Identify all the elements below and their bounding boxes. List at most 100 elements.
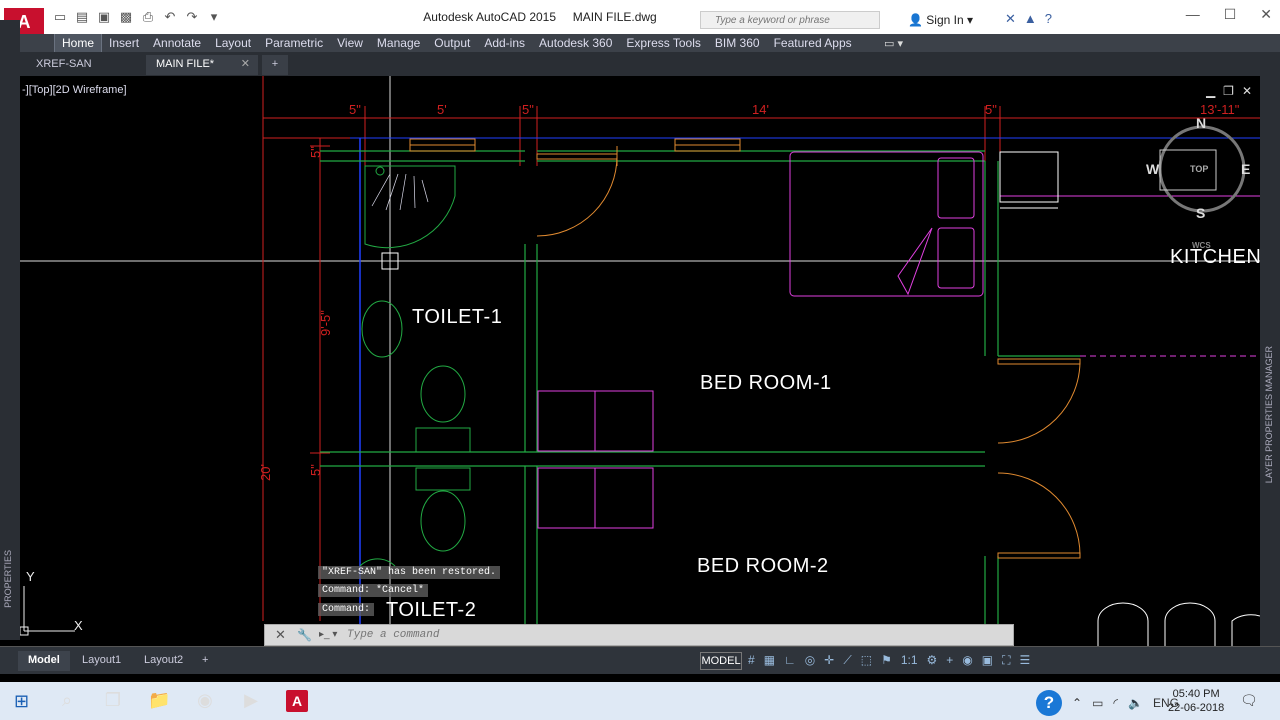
close-icon[interactable]: ✕	[1260, 6, 1272, 23]
help-icon[interactable]: ?	[1045, 11, 1052, 27]
window-controls: — ☐ ✕	[1186, 6, 1272, 23]
add-layout-button[interactable]: +	[196, 651, 214, 671]
left-palette-rail: PROPERTIES	[0, 20, 20, 640]
file-tab-xref-san[interactable]: XREF-SAN	[26, 55, 146, 75]
layout-tab-model[interactable]: Model	[18, 651, 70, 671]
exchange-apps-icon[interactable]: ✕	[1005, 11, 1016, 27]
task-view-icon[interactable]: ❐	[102, 690, 124, 712]
windows-start-icon[interactable]: ⊞	[14, 691, 29, 712]
tab-insert[interactable]: Insert	[102, 34, 146, 52]
volume-icon[interactable]: 🔈	[1128, 696, 1143, 710]
isolate-icon[interactable]: ▣	[982, 653, 993, 668]
windows-taskbar: ⊞ ⌕ ❐ 📁 ◉ ▶ A ? ⌃ ▭ ◜ 🔈 ENG 05:40 PM 22-…	[0, 682, 1280, 720]
tab-parametric[interactable]: Parametric	[258, 34, 330, 52]
new-file-tab-button[interactable]: +	[262, 55, 288, 75]
compass-n: N	[1196, 115, 1206, 131]
search-input[interactable]	[701, 12, 879, 29]
ucs-icon	[20, 586, 75, 636]
autocad-taskbar-icon[interactable]: A	[286, 690, 308, 712]
clean-screen-icon[interactable]: ⛶	[1002, 653, 1010, 668]
tab-add-ins[interactable]: Add-ins	[477, 34, 532, 52]
annotation-icon[interactable]: ⚑	[881, 653, 892, 668]
hardware-accel-icon[interactable]: ◉	[962, 653, 972, 668]
command-prompt-icon[interactable]: ▸_ ▾	[319, 629, 337, 640]
help-icon[interactable]: ?	[1036, 690, 1062, 716]
close-icon[interactable]: ✕	[275, 627, 286, 643]
search-icon[interactable]: ⌕	[56, 690, 78, 712]
right-palette-rail: LAYER PROPERTIES MANAGER	[1260, 76, 1280, 646]
dim-text: 5"	[985, 102, 997, 117]
command-line: ✕ 🔧 ▸_ ▾	[264, 624, 1014, 646]
grid-icon[interactable]: #	[748, 653, 755, 668]
maximize-icon[interactable]: ☐	[1224, 6, 1237, 23]
room-label-bed-room-1: BED ROOM-1	[700, 372, 832, 394]
snap-icon[interactable]: ▦	[764, 653, 775, 668]
layout-tab-layout2[interactable]: Layout2	[134, 651, 193, 671]
polar-icon[interactable]: ◎	[805, 653, 815, 668]
dim-text: 5"	[308, 146, 323, 158]
ucs-y: Y	[26, 569, 35, 584]
close-tab-icon[interactable]: ✕	[241, 55, 250, 73]
title-bar: A ▭ ▤ ▣ ▩ ⎙ ↶ ↷ ▾ Autodesk AutoCAD 2015 …	[0, 0, 1280, 36]
command-history-line: Command: *Cancel*	[318, 584, 429, 597]
tab-bim-360[interactable]: BIM 360	[708, 34, 767, 52]
chevron-down-icon: ▾	[967, 13, 974, 27]
tab-autodesk-360[interactable]: Autodesk 360	[532, 34, 619, 52]
file-tab-main-file[interactable]: MAIN FILE* ✕	[146, 55, 258, 75]
command-input[interactable]	[347, 627, 987, 643]
plus-icon[interactable]: +	[946, 653, 953, 668]
scale-label[interactable]: 1:1	[901, 653, 918, 668]
tab-output[interactable]: Output	[427, 34, 477, 52]
tab-annotate[interactable]: Annotate	[146, 34, 208, 52]
ortho-icon[interactable]: ∟	[784, 653, 796, 668]
compass-w: W	[1146, 161, 1160, 177]
a360-icon[interactable]: ▲	[1024, 11, 1037, 27]
model-space-button[interactable]: MODEL	[700, 652, 742, 670]
dimension-text: 5" 5' 5" 14' 5" 13'-11" 5" 9'-5" 5" 20'	[258, 102, 1240, 481]
ribbon-minimize-icon[interactable]: ▭ ▾	[884, 37, 903, 50]
tab-express-tools[interactable]: Express Tools	[619, 34, 707, 52]
lineweight-icon[interactable]: ⟋	[843, 653, 851, 668]
room-label-toilet-2: TOILET-2	[386, 599, 477, 621]
wifi-icon[interactable]: ◜	[1113, 696, 1118, 710]
file-explorer-icon[interactable]: 📁	[148, 690, 170, 712]
osnap-icon[interactable]: ✛	[824, 653, 834, 668]
tab-layout[interactable]: Layout	[208, 34, 258, 52]
gear-icon[interactable]: ⚙	[927, 653, 938, 668]
viewcube-top: TOP	[1190, 164, 1208, 174]
tab-manage[interactable]: Manage	[370, 34, 427, 52]
kitchen-appliance	[999, 151, 1059, 209]
sign-in-button[interactable]: 👤 Sign In ▾	[908, 13, 973, 27]
tab-home[interactable]: Home	[54, 34, 103, 52]
notifications-icon[interactable]: 🗨	[1240, 692, 1258, 709]
floor-plan-drawing: 5" 5' 5" 14' 5" 13'-11" 5" 9'-5" 5" 20'	[20, 76, 1260, 646]
customize-icon[interactable]: ☰	[1020, 653, 1031, 668]
layer-manager-label[interactable]: LAYER PROPERTIES MANAGER	[1264, 346, 1274, 483]
viewcube: N S E W TOP WCS	[1146, 115, 1250, 250]
chrome-icon[interactable]: ◉	[194, 690, 216, 712]
dim-text: 5"	[349, 102, 361, 117]
chevron-up-icon[interactable]: ⌃	[1072, 696, 1082, 710]
battery-icon[interactable]: ▭	[1092, 696, 1103, 710]
fixtures	[359, 165, 471, 567]
minimize-icon[interactable]: —	[1186, 6, 1200, 23]
ribbon: Home Insert Annotate Layout Parametric V…	[0, 34, 1280, 52]
app-icon[interactable]: ▶	[240, 690, 262, 712]
selection-cycling-icon[interactable]: ⬚	[861, 653, 872, 668]
title-toolbar-icons: ✕ ▲ ?	[1005, 11, 1052, 27]
properties-palette-label[interactable]: PROPERTIES	[3, 550, 13, 608]
dim-text: 9'-5"	[318, 310, 333, 336]
dim-text: 5'	[437, 102, 447, 117]
shower-hatch	[371, 173, 429, 211]
drawing-canvas[interactable]: -][Top][2D Wireframe] ▁ ❐ ✕ 5" 5' 5" 14'…	[20, 76, 1260, 646]
chairs	[1097, 602, 1260, 646]
layout-tab-layout1[interactable]: Layout1	[72, 651, 131, 671]
room-label-bed-room-2: BED ROOM-2	[697, 555, 829, 577]
clock[interactable]: 05:40 PM 22-06-2018	[1168, 687, 1224, 715]
search-box[interactable]	[700, 11, 880, 29]
file-name: MAIN FILE.dwg	[572, 10, 657, 24]
tab-view[interactable]: View	[330, 34, 370, 52]
status-toggles: # ▦ ∟ ◎ ✛ ⟋ ⬚ ⚑ 1:1 ⚙ + ◉ ▣ ⛶ ☰	[748, 653, 1030, 668]
tab-featured-apps[interactable]: Featured Apps	[767, 34, 859, 52]
wrench-icon[interactable]: 🔧	[297, 628, 312, 642]
